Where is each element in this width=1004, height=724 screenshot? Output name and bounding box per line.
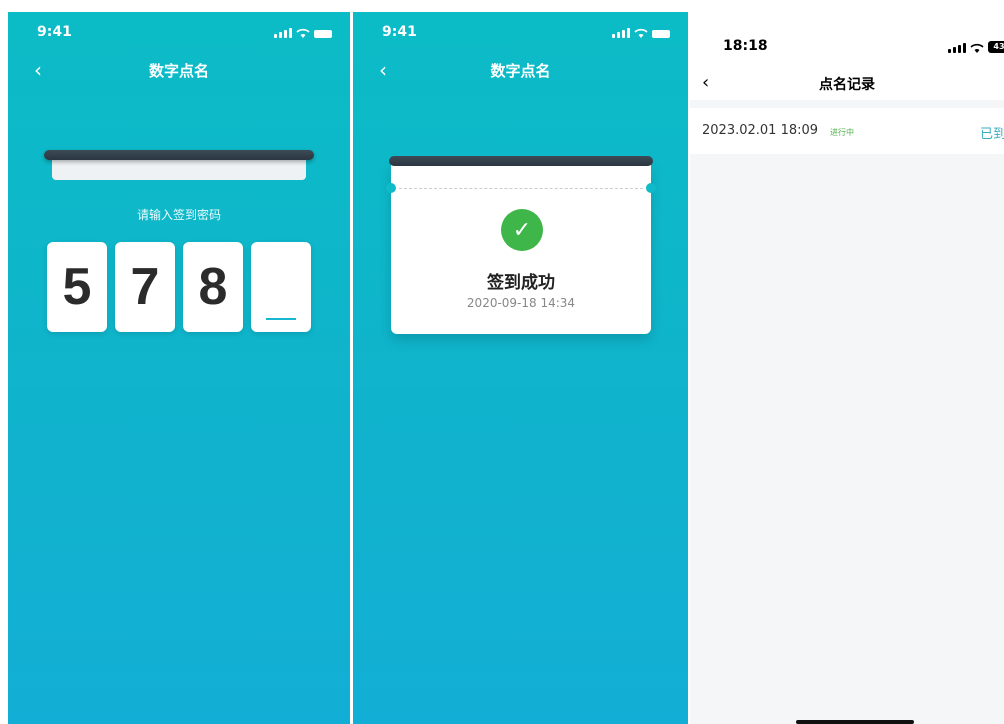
page-title: 数字点名 xyxy=(490,62,551,80)
wifi-icon xyxy=(296,28,310,38)
status-icons xyxy=(612,28,670,38)
status-badge: 进行中 xyxy=(830,128,854,137)
digit-inputs: 5 7 8 xyxy=(47,242,311,332)
attendance-state: 已到 xyxy=(979,127,1004,142)
digit-box-2[interactable]: 7 xyxy=(115,242,175,332)
slot-bar xyxy=(44,150,314,160)
roll-call-records-screen: 18:18 43 ‹ 点名记录 2023.02.01 18:09 进行中 已到 xyxy=(690,14,1004,724)
checkin-timestamp: 2020-09-18 14:34 xyxy=(466,296,576,310)
digit-box-4[interactable] xyxy=(251,242,311,332)
status-icons xyxy=(274,28,332,38)
digit-box-3[interactable]: 8 xyxy=(183,242,243,332)
ticket-slot xyxy=(44,150,314,182)
success-ticket: ✓ 签到成功 2020-09-18 14:34 xyxy=(386,162,656,334)
slot-bar xyxy=(389,156,653,166)
status-time: 9:41 xyxy=(382,24,417,40)
record-row[interactable]: 2023.02.01 18:09 进行中 已到 xyxy=(690,108,1004,154)
record-time: 2023.02.01 18:09 xyxy=(702,123,819,138)
battery-icon xyxy=(652,30,670,38)
battery-icon xyxy=(314,30,332,38)
roll-call-input-screen: 9:41 ‹ 数字点名 请输入签到密码 5 7 8 xyxy=(8,12,350,724)
signal-icon xyxy=(274,28,292,38)
home-indicator xyxy=(796,720,914,724)
status-time: 9:41 xyxy=(37,24,72,40)
roll-call-success-screen: 9:41 ‹ 数字点名 ✓ 签到成功 2020-09-18 14:34 xyxy=(353,12,688,724)
battery-icon: 43 xyxy=(988,41,1004,53)
ticket-notch xyxy=(386,183,396,193)
checkmark-icon: ✓ xyxy=(501,209,543,251)
success-message: 签到成功 xyxy=(487,273,555,293)
signal-icon xyxy=(612,28,630,38)
digit-box-1[interactable]: 5 xyxy=(47,242,107,332)
status-icons: 43 xyxy=(948,41,1004,53)
status-time: 18:18 xyxy=(723,38,768,54)
page-title: 数字点名 xyxy=(148,62,209,80)
ticket-notch xyxy=(646,183,656,193)
page-title: 点名记录 xyxy=(819,77,875,93)
wifi-icon xyxy=(634,28,648,38)
wifi-icon xyxy=(970,43,984,53)
input-cursor xyxy=(266,318,296,320)
signal-icon xyxy=(948,43,966,53)
password-prompt: 请输入签到密码 xyxy=(136,208,221,222)
ticket-perforation xyxy=(399,188,643,189)
